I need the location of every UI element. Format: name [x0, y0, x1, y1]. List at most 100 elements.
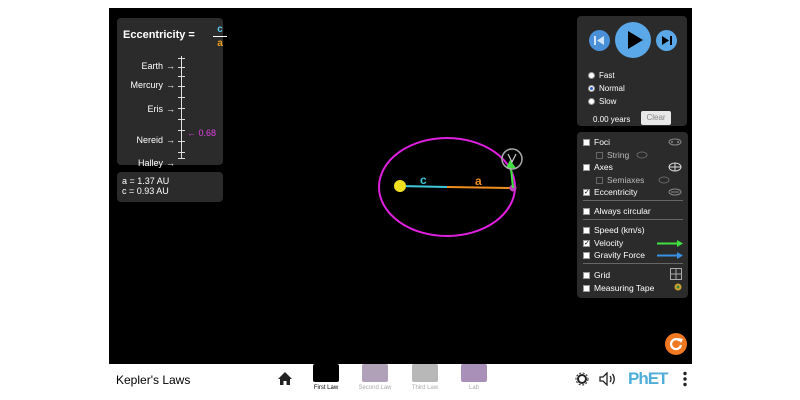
- speed-checkbox[interactable]: Speed (km/s): [583, 225, 645, 235]
- sun: [394, 180, 406, 192]
- eccentricity-checkbox[interactable]: ✓ Eccentricity: [583, 187, 637, 197]
- first-law-thumbnail: [313, 364, 339, 382]
- semiaxes-icon: [658, 176, 670, 184]
- gravity-arrow-icon: [657, 252, 683, 259]
- scale-tick: [178, 67, 185, 68]
- speed-normal-radio[interactable]: Normal: [588, 84, 625, 93]
- gravity-force-checkbox[interactable]: Gravity Force: [583, 250, 645, 260]
- divider: [583, 219, 683, 220]
- arrow-right-icon: →: [166, 158, 175, 168]
- scale-tick: [178, 152, 185, 153]
- kebab-menu-icon[interactable]: [683, 371, 687, 387]
- options-panel: Foci String Axes Semiaxes ✓ Eccentricity…: [577, 132, 688, 298]
- reset-all-button[interactable]: [665, 333, 687, 355]
- speed-slow-radio[interactable]: Slow: [588, 97, 616, 106]
- radio-indicator: [588, 98, 595, 105]
- velocity-arrow-icon: [657, 240, 683, 247]
- scale-tick: [178, 58, 185, 59]
- play-icon: [628, 31, 643, 49]
- home-icon[interactable]: [277, 371, 293, 386]
- foci-icon: [668, 138, 682, 146]
- measuring-tape-checkbox[interactable]: Measuring Tape: [583, 283, 654, 293]
- tab-label: Third Law: [411, 385, 439, 391]
- semiaxes-checkbox[interactable]: Semiaxes: [596, 175, 644, 185]
- divider: [583, 200, 683, 201]
- scale-tick: [178, 97, 185, 98]
- time-control-panel: Fast Normal Slow 0.00 years Clear: [577, 16, 687, 126]
- checkbox-box: [583, 284, 590, 292]
- skip-back-icon: [594, 36, 604, 45]
- sound-icon[interactable]: [599, 372, 617, 386]
- speed-slow-label: Slow: [599, 97, 617, 106]
- tab-first-law[interactable]: First Law: [308, 364, 344, 396]
- checkbox-box: [583, 138, 590, 146]
- always-circular-checkbox[interactable]: Always circular: [583, 206, 651, 216]
- semiaxes-label: Semiaxes: [607, 175, 645, 185]
- grid-checkbox[interactable]: Grid: [583, 270, 610, 280]
- string-icon: [636, 151, 648, 159]
- body-label-eris: Eris: [147, 104, 164, 114]
- step-forward-button[interactable]: [656, 30, 677, 51]
- arrow-right-icon: →: [166, 61, 175, 71]
- clear-button[interactable]: Clear: [641, 111, 671, 125]
- checkbox-box: [583, 226, 590, 234]
- checkbox-box: [583, 251, 590, 259]
- tab-third-law[interactable]: Third Law: [407, 364, 443, 396]
- elapsed-time: 0.00 years: [593, 115, 631, 124]
- play-pause-button[interactable]: [615, 22, 651, 58]
- fraction-numerator: c: [217, 24, 223, 35]
- scale-tick: [178, 119, 185, 120]
- checkbox-box: [583, 163, 590, 171]
- axes-icon: [668, 162, 682, 172]
- body-label-halley: Halley: [137, 158, 163, 168]
- gear-icon[interactable]: [575, 372, 589, 386]
- radio-indicator-selected: [588, 85, 595, 92]
- tab-label: Second Law: [358, 385, 392, 391]
- foci-checkbox[interactable]: Foci: [583, 137, 610, 147]
- eccentricity-title: Eccentricity =: [123, 29, 195, 41]
- arrow-right-icon: →: [166, 80, 175, 90]
- always-circular-label: Always circular: [594, 206, 651, 216]
- body-label-nereid: Nereid: [136, 135, 163, 145]
- speed-label: Speed (km/s): [594, 225, 645, 235]
- navigation-bar: Kepler's Laws First Law Second Law Third…: [109, 364, 692, 400]
- fraction-denominator: a: [217, 38, 223, 49]
- sim-area[interactable]: c a Eccentricity = c a Earth → Mercury →…: [109, 8, 692, 364]
- orbit-values-panel: a = 1.37 AU c = 0.93 AU: [117, 172, 223, 202]
- gravity-force-label: Gravity Force: [594, 250, 646, 260]
- string-checkbox[interactable]: String: [596, 150, 629, 160]
- scale-tick: [178, 86, 185, 87]
- scale-tick: [178, 76, 185, 77]
- tab-second-law[interactable]: Second Law: [357, 364, 393, 396]
- velocity-label: Velocity: [594, 238, 624, 248]
- string-label: String: [607, 150, 630, 160]
- focal-distance-value: c = 0.93 AU: [122, 186, 169, 196]
- grid-icon: [670, 268, 682, 280]
- checkbox-box: [583, 207, 590, 215]
- speed-fast-radio[interactable]: Fast: [588, 71, 615, 80]
- scale-tick: [178, 130, 185, 131]
- a-axis-label: a: [475, 174, 482, 188]
- c-axis-label: c: [420, 173, 427, 187]
- phet-logo[interactable]: PhET: [628, 369, 668, 389]
- eccentricity-label: Eccentricity: [594, 187, 638, 197]
- radio-indicator: [588, 72, 595, 79]
- tab-lab[interactable]: Lab: [456, 364, 492, 396]
- eccentricity-value: 0.68: [198, 128, 217, 138]
- step-forward-icon: [662, 36, 672, 45]
- arrow-right-icon: →: [166, 135, 175, 145]
- speed-normal-label: Normal: [599, 84, 625, 93]
- scale-tick: [178, 158, 185, 159]
- lab-thumbnail: [461, 364, 487, 382]
- velocity-checkbox[interactable]: ✓ Velocity: [583, 238, 623, 248]
- tab-label: First Law: [313, 385, 339, 391]
- scale-tick: [178, 108, 185, 109]
- checkbox-box: [596, 176, 603, 184]
- checkbox-box: [583, 271, 590, 279]
- restart-button[interactable]: [589, 30, 610, 51]
- grid-label: Grid: [594, 270, 611, 280]
- axes-checkbox[interactable]: Axes: [583, 162, 613, 172]
- eccentricity-marker: ← 0.68: [187, 128, 217, 138]
- fraction-bar: [213, 36, 227, 37]
- app-title: Kepler's Laws: [116, 373, 191, 387]
